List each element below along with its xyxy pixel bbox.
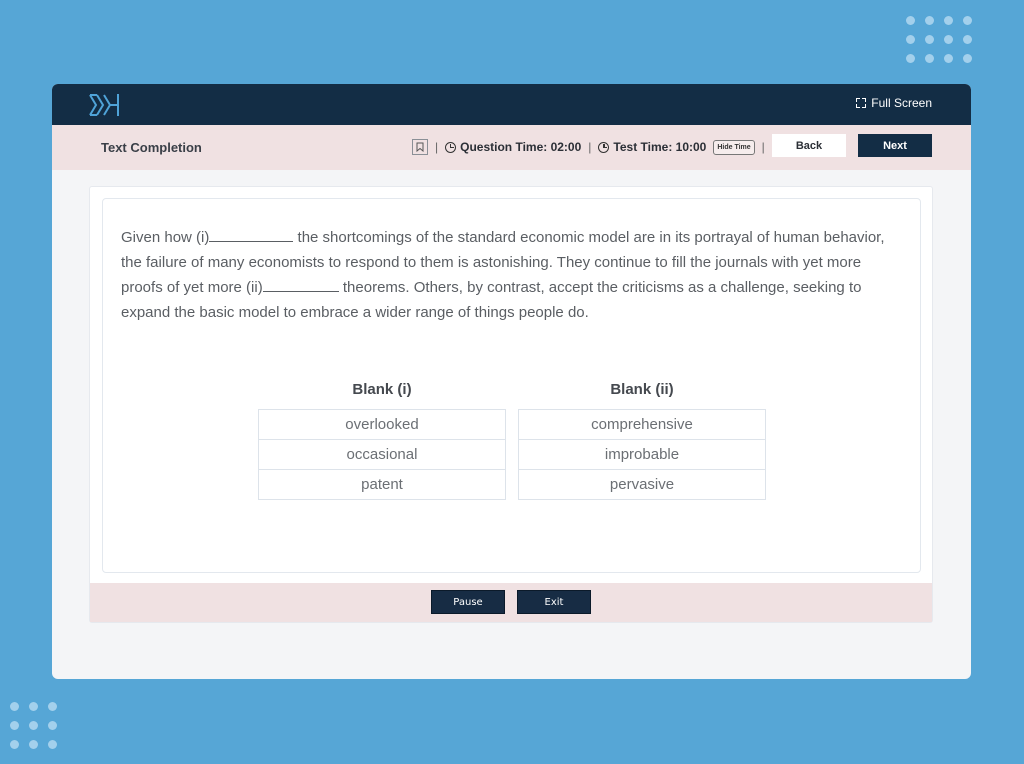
bookmark-icon (416, 142, 424, 152)
test-time-text: Test Time: 10:00 (613, 140, 707, 154)
bookmark-button[interactable] (412, 139, 428, 155)
choice-option[interactable]: pervasive (518, 469, 766, 500)
blank-i-line (209, 227, 294, 242)
blank-i-heading: Blank (i) (352, 381, 412, 398)
pause-button[interactable]: Pause (431, 590, 505, 614)
blank-ii-line (262, 277, 339, 292)
footer-bar: Pause Exit (90, 583, 932, 622)
question-toolbar: Text Completion | Question Time: 02:00 |… (52, 125, 971, 170)
blank-ii-choices: Blank (ii) comprehensive improbable perv… (518, 381, 766, 500)
section-title: Text Completion (101, 140, 202, 155)
fullscreen-label: Full Screen (871, 96, 932, 110)
clock-icon (598, 141, 610, 153)
passage-text: Given how (i) (121, 229, 210, 246)
blank-i-choices: Blank (i) overlooked occasional patent (258, 381, 506, 500)
clock-icon (445, 141, 457, 153)
top-bar: Full Screen (52, 84, 971, 125)
timer-group: | Question Time: 02:00 | Test Time: 10:0… (412, 139, 765, 155)
test-window: Full Screen Text Completion | Question T… (52, 84, 971, 679)
decorative-dot-grid (906, 16, 972, 63)
back-button[interactable]: Back (772, 134, 846, 157)
question-passage: Given how (i) the shortcomings of the st… (121, 225, 901, 325)
choice-option[interactable]: improbable (518, 439, 766, 470)
question-card: Given how (i) the shortcomings of the st… (102, 198, 921, 573)
exit-button[interactable]: Exit (517, 590, 591, 614)
choice-option[interactable]: comprehensive (518, 409, 766, 440)
choice-option[interactable]: occasional (258, 439, 506, 470)
choice-option[interactable]: patent (258, 469, 506, 500)
fullscreen-button[interactable]: Full Screen (856, 96, 932, 110)
decorative-dot-grid (10, 702, 57, 749)
hide-time-button[interactable]: Hide Time (713, 139, 755, 155)
test-timer: Test Time: 10:00 (598, 140, 706, 154)
question-timer: Question Time: 02:00 (445, 140, 581, 154)
expand-icon (856, 98, 867, 108)
choice-option[interactable]: overlooked (258, 409, 506, 440)
separator: | (761, 140, 765, 154)
separator: | (588, 140, 592, 154)
blank-ii-heading: Blank (ii) (610, 381, 674, 398)
logo-icon (89, 94, 119, 116)
question-time-text: Question Time: 02:00 (460, 140, 582, 154)
question-panel: Given how (i) the shortcomings of the st… (89, 186, 933, 623)
next-button[interactable]: Next (858, 134, 932, 157)
separator: | (435, 140, 439, 154)
